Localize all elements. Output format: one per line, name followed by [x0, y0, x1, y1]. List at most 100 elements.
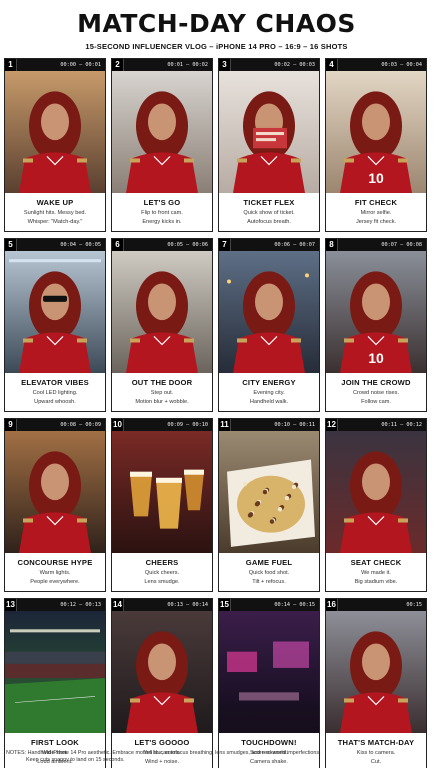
shot-caption: TICKET FLEX Quick show of ticket. Autofocu… — [219, 193, 319, 231]
shot-title: FIT CHECK — [354, 198, 398, 207]
shot-header-bar: 7 00:06 – 00:07 — [219, 239, 319, 251]
shot-title: CHEERS — [145, 558, 179, 567]
shot-panel: 3 00:02 – 00:03 TICKET FLEX Quick show of t… — [218, 58, 320, 232]
shot-timecode: 00:15 — [406, 602, 422, 608]
shot-number: 16 — [326, 599, 338, 611]
shot-caption: SEAT CHECK We made it. Big stadium vibe. — [326, 553, 426, 591]
shot-header-bar: 8 00:07 – 00:08 — [326, 239, 426, 251]
shot-panel: 11 00:10 – 00:11 GAME FUEL Quick food shot.… — [218, 418, 320, 592]
shot-caption: LET'S GO Flip to front cam. Energy kicks i… — [112, 193, 212, 231]
shot-number: 11 — [219, 419, 231, 431]
shot-header-bar: 5 00:04 – 00:05 — [5, 239, 105, 251]
shot-number: 4 — [326, 59, 338, 71]
shot-title: THAT'S MATCH-DAY — [337, 738, 415, 747]
shot-header-bar: 4 00:03 – 00:04 — [326, 59, 426, 71]
shot-caption: CITY ENERGY Evening city. Handheld walk. — [219, 373, 319, 411]
shot-header-bar: 11 00:10 – 00:11 — [219, 419, 319, 431]
shot-panel: 6 00:05 – 00:06 OUT THE DOOR Step out. Motio… — [111, 238, 213, 412]
shot-grid: 1 00:00 – 00:01 WAKE UP Sunlight hits. Mess… — [4, 58, 429, 768]
shot-number: 5 — [5, 239, 17, 251]
shot-direction-2: People everywhere. — [30, 579, 80, 585]
shot-caption: ELEVATOR VIBES Cool LED lighting. Upward w… — [5, 373, 105, 411]
shot-direction-1: Cool LED lighting. — [32, 390, 78, 396]
shot-direction-1: Warm lights. — [39, 570, 71, 576]
shot-panel: 4 00:03 – 00:04 10 FIT CHECK Mirror selfie. J… — [325, 58, 427, 232]
shot-number: 9 — [5, 419, 17, 431]
shot-timecode: 00:09 – 00:10 — [167, 422, 208, 428]
shot-image — [112, 611, 212, 733]
shot-timecode: 00:08 – 00:09 — [60, 422, 101, 428]
shot-image — [326, 431, 426, 553]
shot-image — [112, 431, 212, 553]
shot-number: 2 — [112, 59, 124, 71]
shot-direction-2: Upward whoosh. — [34, 399, 76, 405]
shot-timecode: 00:03 – 00:04 — [381, 62, 422, 68]
shot-direction-2: Handheld walk. — [249, 399, 289, 405]
shot-panel: 14 00:13 – 00:14 LET'S GOOOO Yell to camera… — [111, 598, 213, 768]
shot-number: 13 — [5, 599, 17, 611]
shot-number: 15 — [219, 599, 231, 611]
shot-timecode: 00:00 – 00:01 — [60, 62, 101, 68]
shot-header-bar: 6 00:05 – 00:06 — [112, 239, 212, 251]
shot-timecode: 00:14 – 00:15 — [274, 602, 315, 608]
shot-title: JOIN THE CROWD — [341, 378, 411, 387]
shot-image — [5, 431, 105, 553]
shot-title: OUT THE DOOR — [131, 378, 193, 387]
shot-direction-2: Jersey fit check. — [355, 219, 397, 225]
shot-panel: 16 00:15 THAT'S MATCH-DAY Kiss to camera. Cu… — [325, 598, 427, 768]
shot-timecode: 00:05 – 00:06 — [167, 242, 208, 248]
shot-image — [219, 71, 319, 193]
shot-timecode: 00:04 – 00:05 — [60, 242, 101, 248]
shot-image — [5, 251, 105, 373]
page-title: MATCH-DAY CHAOS — [77, 9, 356, 38]
shot-direction-1: Evening city. — [253, 390, 285, 396]
shot-panel: 7 00:06 – 00:07 CITY ENERGY Evening city. Ha… — [218, 238, 320, 412]
shot-direction-1: Step out. — [150, 390, 174, 396]
shot-header-bar: 15 00:14 – 00:15 — [219, 599, 319, 611]
shot-timecode: 00:11 – 00:12 — [381, 422, 422, 428]
shot-timecode: 00:10 – 00:11 — [274, 422, 315, 428]
shot-title: CONCOURSE HYPE — [17, 558, 93, 567]
shot-direction-1: Quick food shot. — [248, 570, 290, 576]
shot-number: 14 — [112, 599, 124, 611]
shot-title: FIRST LOOK — [31, 738, 79, 747]
shot-panel: 5 00:04 – 00:05 ELEVATOR VIBES Cool LED lig… — [4, 238, 106, 412]
shot-timecode: 00:13 – 00:14 — [167, 602, 208, 608]
shot-direction-2: Big stadium vibe. — [354, 579, 398, 585]
shot-caption: CONCOURSE HYPE Warm lights. People everywh… — [5, 553, 105, 591]
page-subtitle: 15-SECOND INFLUENCER VLOG – iPHONE 14 PR… — [85, 42, 348, 51]
shot-timecode: 00:12 – 00:13 — [60, 602, 101, 608]
shot-number: 12 — [326, 419, 338, 431]
shot-header-bar: 13 00:12 – 00:13 — [5, 599, 105, 611]
shot-timecode: 00:07 – 00:08 — [381, 242, 422, 248]
shot-header-bar: 1 00:00 – 00:01 — [5, 59, 105, 71]
shot-timecode: 00:01 – 00:02 — [167, 62, 208, 68]
shot-caption: JOIN THE CROWD Crowd noise rises. Follow c… — [326, 373, 426, 411]
shot-direction-1: Quick show of ticket. — [243, 210, 295, 216]
shot-image — [219, 431, 319, 553]
shot-direction-1: Mirror selfie. — [360, 210, 392, 216]
shot-number: 10 — [112, 419, 124, 431]
shot-header-bar: 10 00:09 – 00:10 — [112, 419, 212, 431]
shot-direction-2: Autofocus breath. — [247, 219, 291, 225]
production-notes: NOTES: Handheld iPhone 14 Pro aesthetic.… — [6, 750, 427, 764]
shot-title: CITY ENERGY — [242, 378, 296, 387]
shot-caption: OUT THE DOOR Step out. Motion blur + wobbl… — [112, 373, 212, 411]
shot-header-bar: 2 00:01 – 00:02 — [112, 59, 212, 71]
shot-header-bar: 16 00:15 — [326, 599, 426, 611]
storyboard-header: MATCH-DAY CHAOS 15-SECOND INFLUENCER VLO… — [0, 0, 433, 54]
shot-caption: WAKE UP Sunlight hits. Messy bed. Whisper:… — [5, 193, 105, 231]
shot-direction-2: Follow cam. — [361, 399, 391, 405]
shot-image: 10 — [326, 71, 426, 193]
shot-direction-2: Lens smudge. — [144, 579, 180, 585]
shot-panel: 10 00:09 – 00:10 CHEERS Quick cheers. Lens s… — [111, 418, 213, 592]
shot-number: 8 — [326, 239, 338, 251]
shot-direction-1: Flip to front cam. — [141, 210, 183, 216]
shot-panel: 13 00:12 – 00:13 FIRST LOOK Wide shot. Loud … — [4, 598, 106, 768]
shot-panel: 15 00:14 – 00:15 TOUCHDOWN! Score moment. Ca… — [218, 598, 320, 768]
shot-caption: FIT CHECK Mirror selfie. Jersey fit check. — [326, 193, 426, 231]
shot-number: 1 — [5, 59, 17, 71]
shot-title: ELEVATOR VIBES — [21, 378, 89, 387]
shot-timecode: 00:06 – 00:07 — [274, 242, 315, 248]
shot-image — [112, 71, 212, 193]
